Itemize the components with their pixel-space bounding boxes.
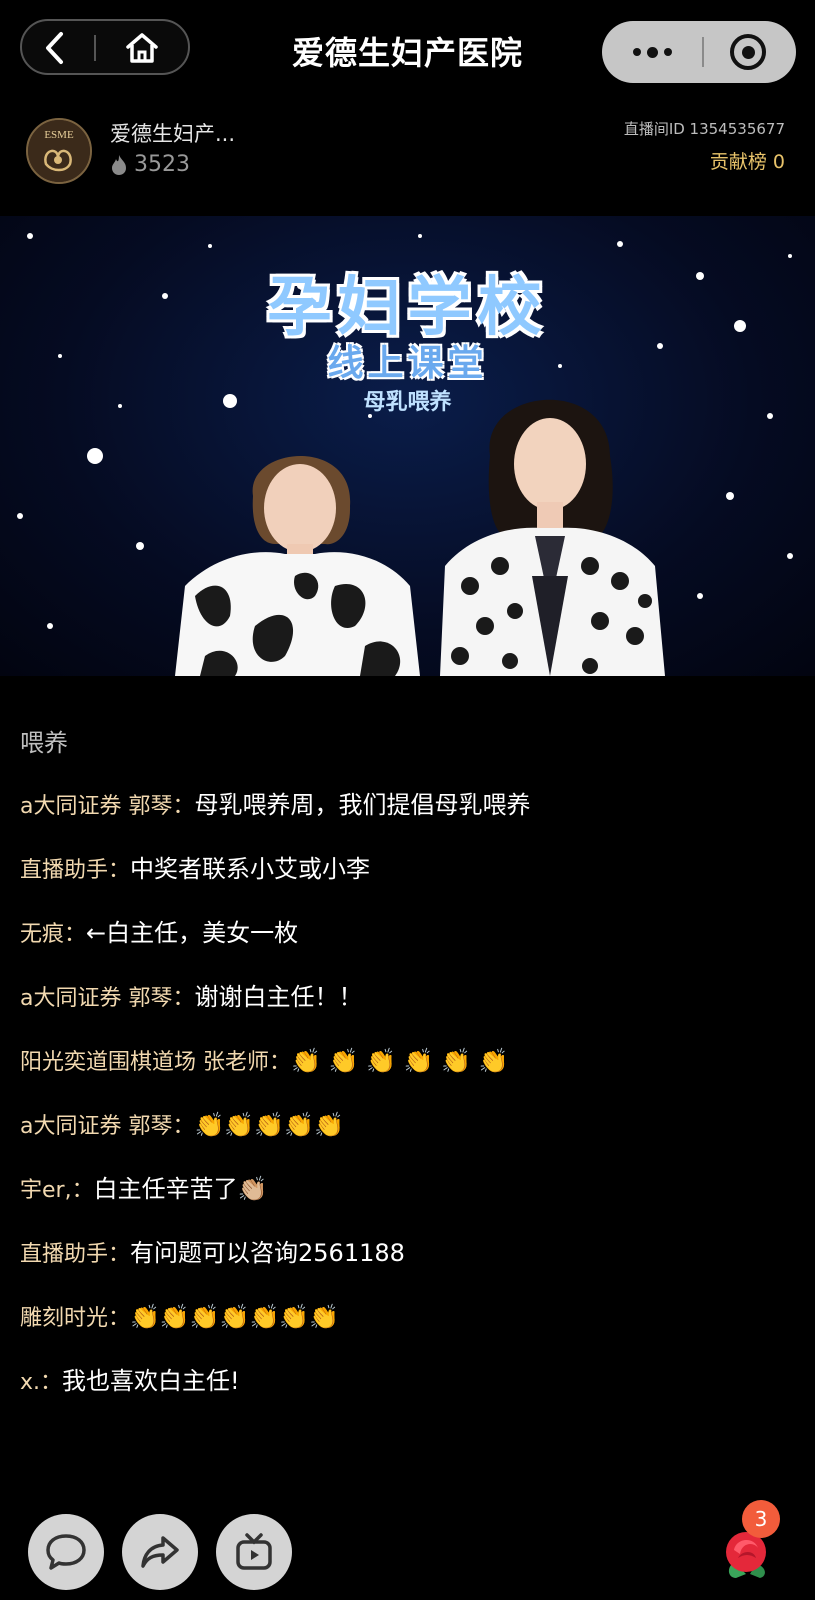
home-button[interactable] <box>122 30 162 66</box>
heat-count: 3523 <box>134 152 190 177</box>
chat-text: 母乳喂养周，我们提倡母乳喂养 <box>194 791 531 819</box>
tv-icon <box>236 1533 272 1570</box>
room-meta: 直播间ID 1354535677 贡献榜 0 <box>624 118 785 174</box>
back-button[interactable] <box>36 30 72 66</box>
chat-username: 雕刻时光： <box>20 1306 131 1331</box>
capsule-divider <box>702 37 704 67</box>
chat-message: a大同证券 郭琴：👏👏👏👏👏 <box>20 1104 580 1148</box>
nav-capsule-right <box>602 21 796 83</box>
chat-username: a大同证券 郭琴： <box>20 986 195 1011</box>
home-icon <box>126 33 158 63</box>
chat-message: 雕刻时光：👏👏👏👏👏👏👏 <box>20 1296 580 1340</box>
chat-username: a大同证券 郭琴： <box>20 794 195 819</box>
chat-message: 无痕：←白主任，美女一枚 <box>20 912 580 956</box>
live-video[interactable]: 孕妇学校 线上课堂 母乳喂养 <box>0 216 815 676</box>
chat-message: 直播助手：中奖者联系小艾或小李 <box>20 848 580 892</box>
chat-text: 有问题可以咨询2561188 <box>130 1239 405 1267</box>
more-button[interactable] <box>622 36 682 68</box>
comment-button[interactable] <box>28 1514 104 1590</box>
svg-text:ESME: ESME <box>44 129 74 141</box>
speaker-left-image <box>175 456 420 676</box>
hospital-logo: ESME <box>28 120 90 182</box>
chat-username: 无痕： <box>20 922 87 947</box>
chat-message: 宇er,：白主任辛苦了👏🏼 <box>20 1168 580 1212</box>
page-title: 爱德生妇产医院 <box>291 34 523 72</box>
tv-button[interactable] <box>216 1514 292 1590</box>
more-icon <box>632 46 672 58</box>
chat-message: 直播助手：有问题可以咨询2561188 <box>20 1232 580 1276</box>
chat-list: 喂养 a大同证券 郭琴：母乳喂养周，我们提倡母乳喂养 直播助手：中奖者联系小艾或… <box>20 722 580 1424</box>
chat-message: a大同证券 郭琴：母乳喂养周，我们提倡母乳喂养 <box>20 784 580 828</box>
avatar[interactable]: ESME <box>26 118 92 184</box>
chat-text: 白主任辛苦了👏🏼 <box>93 1175 268 1203</box>
chat-username: a大同证券 郭琴： <box>20 1114 195 1139</box>
chat-username: 直播助手： <box>20 1242 131 1267</box>
chat-message: x.：我也喜欢白主任! <box>20 1360 580 1404</box>
video-topic: 母乳喂养 <box>363 390 452 415</box>
gift-count-badge: 3 <box>742 1500 780 1538</box>
flame-icon <box>112 154 126 175</box>
top-nav-bar: 爱德生妇产医院 <box>0 0 815 108</box>
chat-message-partial: 喂养 <box>20 729 68 757</box>
chat-username: 宇er,： <box>20 1178 94 1203</box>
chat-text: 👏👏👏👏👏👏👏 <box>130 1303 340 1331</box>
close-icon <box>741 45 755 59</box>
nav-capsule-left <box>20 19 190 75</box>
chat-message: a大同证券 郭琴：谢谢白主任！！ <box>20 976 580 1020</box>
bottom-action-bar: 3 <box>0 1500 815 1600</box>
capsule-divider <box>94 35 96 61</box>
share-button[interactable] <box>122 1514 198 1590</box>
chat-text: 谢谢白主任！！ <box>194 983 363 1011</box>
chat-text: 👏👏👏👏👏 <box>194 1111 344 1139</box>
room-id: 直播间ID 1354535677 <box>623 120 785 138</box>
comment-icon <box>46 1534 86 1570</box>
close-button[interactable] <box>730 34 766 70</box>
host-info: ESME 爱德生妇产... 3523 直播间ID 1354535677 贡献榜 … <box>0 108 815 214</box>
chat-username: x.： <box>20 1370 63 1395</box>
share-icon <box>141 1536 179 1568</box>
host-heat: 3523 <box>110 152 190 177</box>
chat-username: 直播助手： <box>20 858 131 883</box>
host-name: 爱德生妇产... <box>110 122 236 146</box>
chat-text: 我也喜欢白主任! <box>62 1367 240 1395</box>
chat-message: 阳光奕道围棋道场 张老师：👏 👏 👏 👏 👏 👏 <box>20 1040 580 1084</box>
chat-username: 阳光奕道围棋道场 张老师： <box>20 1050 291 1075</box>
chat-text: ←白主任，美女一枚 <box>86 919 299 947</box>
speaker-right-image <box>440 399 665 676</box>
chat-text: 👏 👏 👏 👏 👏 👏 <box>291 1047 509 1075</box>
video-subtitle: 线上课堂 <box>327 343 488 384</box>
contribution-ranking[interactable]: 贡献榜 0 <box>624 147 785 174</box>
chat-text: 中奖者联系小艾或小李 <box>130 855 371 883</box>
back-icon <box>46 32 63 64</box>
